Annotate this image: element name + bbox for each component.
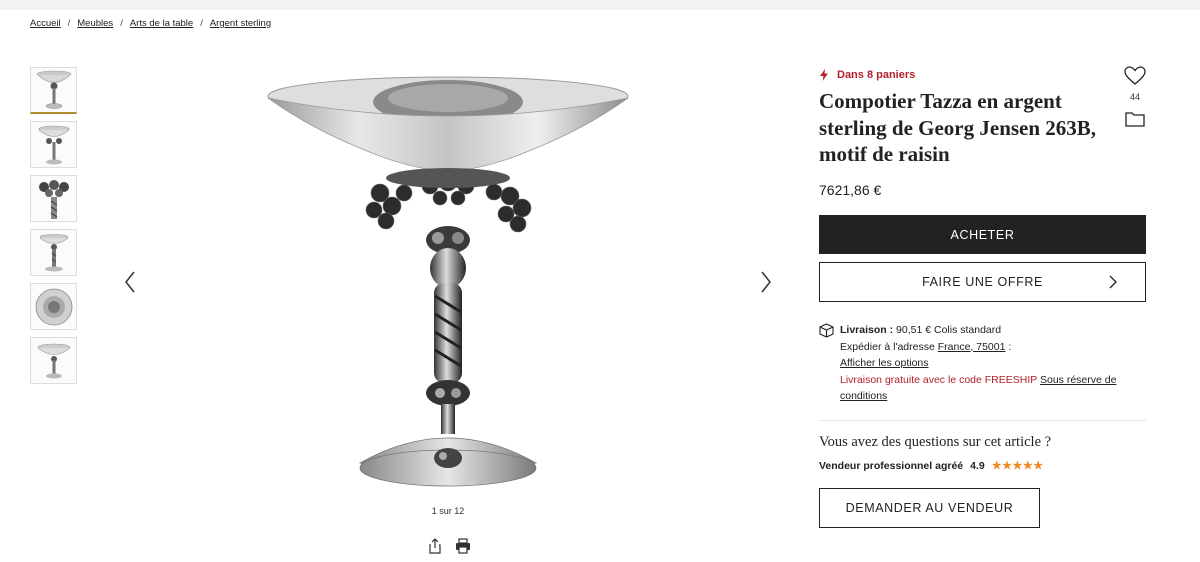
ask-seller-button[interactable]: DEMANDER AU VENDEUR (819, 488, 1040, 528)
show-options-link[interactable]: Afficher les options (840, 357, 929, 369)
seller-info: Vendeur professionnel agréé 4.9 ★★★★★ (819, 459, 1044, 473)
thumbnail-3[interactable] (30, 175, 77, 222)
breadcrumb-separator: / (120, 18, 123, 29)
favorite-count: 44 (1129, 92, 1140, 102)
favorite-button[interactable]: 44 (1124, 66, 1146, 102)
thumbnail-6[interactable] (30, 337, 77, 384)
breadcrumb-separator: / (67, 18, 71, 29)
ship-to-suffix: : (1008, 340, 1012, 353)
breadcrumb-separator: / (200, 18, 203, 29)
share-icon[interactable] (427, 538, 443, 554)
seller-rating: 4.9 (970, 459, 985, 472)
delivery-label: Livraison : (840, 324, 894, 336)
thumbnail-2[interactable] (30, 121, 77, 168)
breadcrumb-link-arts-de-la-table[interactable]: Arts de la table (130, 18, 193, 29)
delivery-cost: 90,51 € Colis standard (896, 324, 1002, 336)
delivery-cost-line: Livraison : 90,51 € Colis standard (840, 322, 1146, 339)
image-counter: 1 sur 12 (431, 506, 465, 516)
breadcrumb: Accueil / Meubles / Arts de la table / A… (30, 18, 271, 29)
free-shipping-text: Livraison gratuite avec le code FREESHIP (840, 373, 1038, 386)
delivery-info: Livraison : 90,51 € Colis standard Expéd… (819, 322, 1146, 405)
chevron-right-icon (1109, 275, 1117, 289)
chevron-left-icon[interactable] (122, 270, 138, 294)
lightning-icon (820, 69, 828, 81)
free-shipping-line: Livraison gratuite avec le code FREESHIP… (840, 372, 1146, 405)
buy-button[interactable]: ACHETER (819, 215, 1146, 254)
chevron-right-icon[interactable] (758, 270, 774, 294)
seller-label: Vendeur professionnel agréé (819, 459, 964, 472)
thumbnail-list (30, 67, 78, 391)
popularity-text: Dans 8 paniers (837, 69, 916, 81)
make-offer-button[interactable]: FAIRE UNE OFFRE (819, 262, 1146, 302)
questions-heading: Vous avez des questions sur cet article … (819, 434, 1052, 450)
thumbnail-1[interactable] (30, 67, 77, 114)
make-offer-label: FAIRE UNE OFFRE (922, 275, 1043, 289)
rating-stars-icon: ★★★★★ (991, 460, 1044, 472)
breadcrumb-link-accueil[interactable]: Accueil (30, 18, 61, 29)
main-product-image[interactable] (240, 68, 660, 500)
breadcrumb-link-argent-sterling[interactable]: Argent sterling (210, 18, 271, 29)
ship-to-prefix: Expédier à l'adresse (840, 340, 935, 353)
heart-icon (1124, 66, 1146, 85)
breadcrumb-link-meubles[interactable]: Meubles (77, 18, 113, 29)
folder-icon[interactable] (1125, 110, 1145, 128)
top-bar (0, 0, 1200, 10)
divider (819, 420, 1146, 421)
package-icon (819, 323, 834, 338)
product-title: Compotier Tazza en argent sterling de Ge… (819, 89, 1097, 166)
thumbnail-4[interactable] (30, 229, 77, 276)
thumbnail-5[interactable] (30, 283, 77, 330)
image-tools (427, 538, 471, 554)
popularity-badge: Dans 8 paniers (819, 69, 915, 81)
printer-icon[interactable] (455, 538, 471, 554)
ship-to-address-link[interactable]: France, 75001 (938, 341, 1006, 353)
ship-to-line: Expédier à l'adresse France, 75001 : (840, 339, 1146, 356)
product-price: 7621,86 € (819, 182, 882, 198)
